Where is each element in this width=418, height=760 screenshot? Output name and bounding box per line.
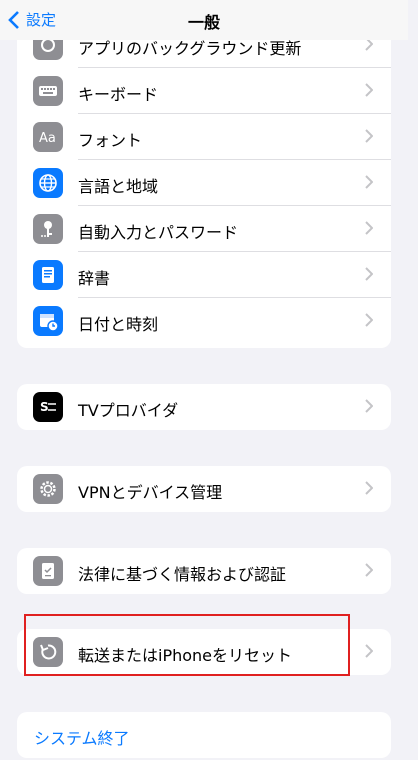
row-keyboard[interactable]: キーボード [17,68,391,114]
row-autofill-passwords[interactable]: 自動入力とパスワード [17,206,391,252]
chevron-right-icon [365,267,373,281]
row-vpn-device-management[interactable]: VPNとデバイス管理 [17,466,391,512]
vpn-group: VPNとデバイス管理 [17,466,391,512]
chevron-right-icon [365,83,373,97]
tv-provider-icon: S [33,392,63,422]
legal-document-icon [33,556,63,586]
svg-text:Aa: Aa [39,131,56,146]
tv-provider-group: S TVプロバイダ [17,384,391,430]
row-label: 日付と時刻 [78,315,159,334]
chevron-right-icon [365,129,373,143]
row-label: 法律に基づく情報および認証 [78,565,287,584]
row-label: VPNとデバイス管理 [78,483,223,502]
row-date-time[interactable]: 日付と時刻 [17,298,391,344]
chevron-right-icon [365,221,373,235]
font-icon: Aa [33,122,63,152]
chevron-right-icon [365,563,373,577]
shutdown-label: システム終了 [34,729,130,748]
shutdown-row[interactable]: システム終了 [17,712,391,758]
legal-group: 法律に基づく情報および認証 [17,548,391,594]
navigation-bar: 設定 一般 [0,0,408,40]
calendar-clock-icon [33,306,63,336]
key-icon [33,214,63,244]
keyboard-icon [33,76,63,106]
row-label: フォント [78,131,143,150]
row-tv-provider[interactable]: S TVプロバイダ [17,384,391,430]
row-label: 辞書 [78,269,111,288]
general-settings-group: アプリのバックグラウンド更新 キーボード Aa フォント 言語と地域 自動入力と… [17,22,391,348]
globe-icon [33,168,63,198]
dictionary-icon [33,260,63,290]
gear-icon [33,474,63,504]
chevron-right-icon [365,644,373,658]
page-title: 一般 [187,13,220,32]
chevron-right-icon [365,313,373,327]
row-legal-regulatory[interactable]: 法律に基づく情報および認証 [17,548,391,594]
general-settings-page: アプリのバックグラウンド更新 キーボード Aa フォント 言語と地域 自動入力と… [0,0,408,760]
row-dictionary[interactable]: 辞書 [17,252,391,298]
highlight-box [24,614,350,676]
row-label: TVプロバイダ [78,401,179,420]
row-language-region[interactable]: 言語と地域 [17,160,391,206]
chevron-right-icon [365,399,373,413]
row-label: キーボード [78,85,159,104]
row-label: 言語と地域 [78,177,159,196]
svg-text:S: S [40,400,49,414]
chevron-right-icon [365,175,373,189]
row-fonts[interactable]: Aa フォント [17,114,391,160]
row-label: 自動入力とパスワード [78,223,239,242]
chevron-right-icon [365,481,373,495]
